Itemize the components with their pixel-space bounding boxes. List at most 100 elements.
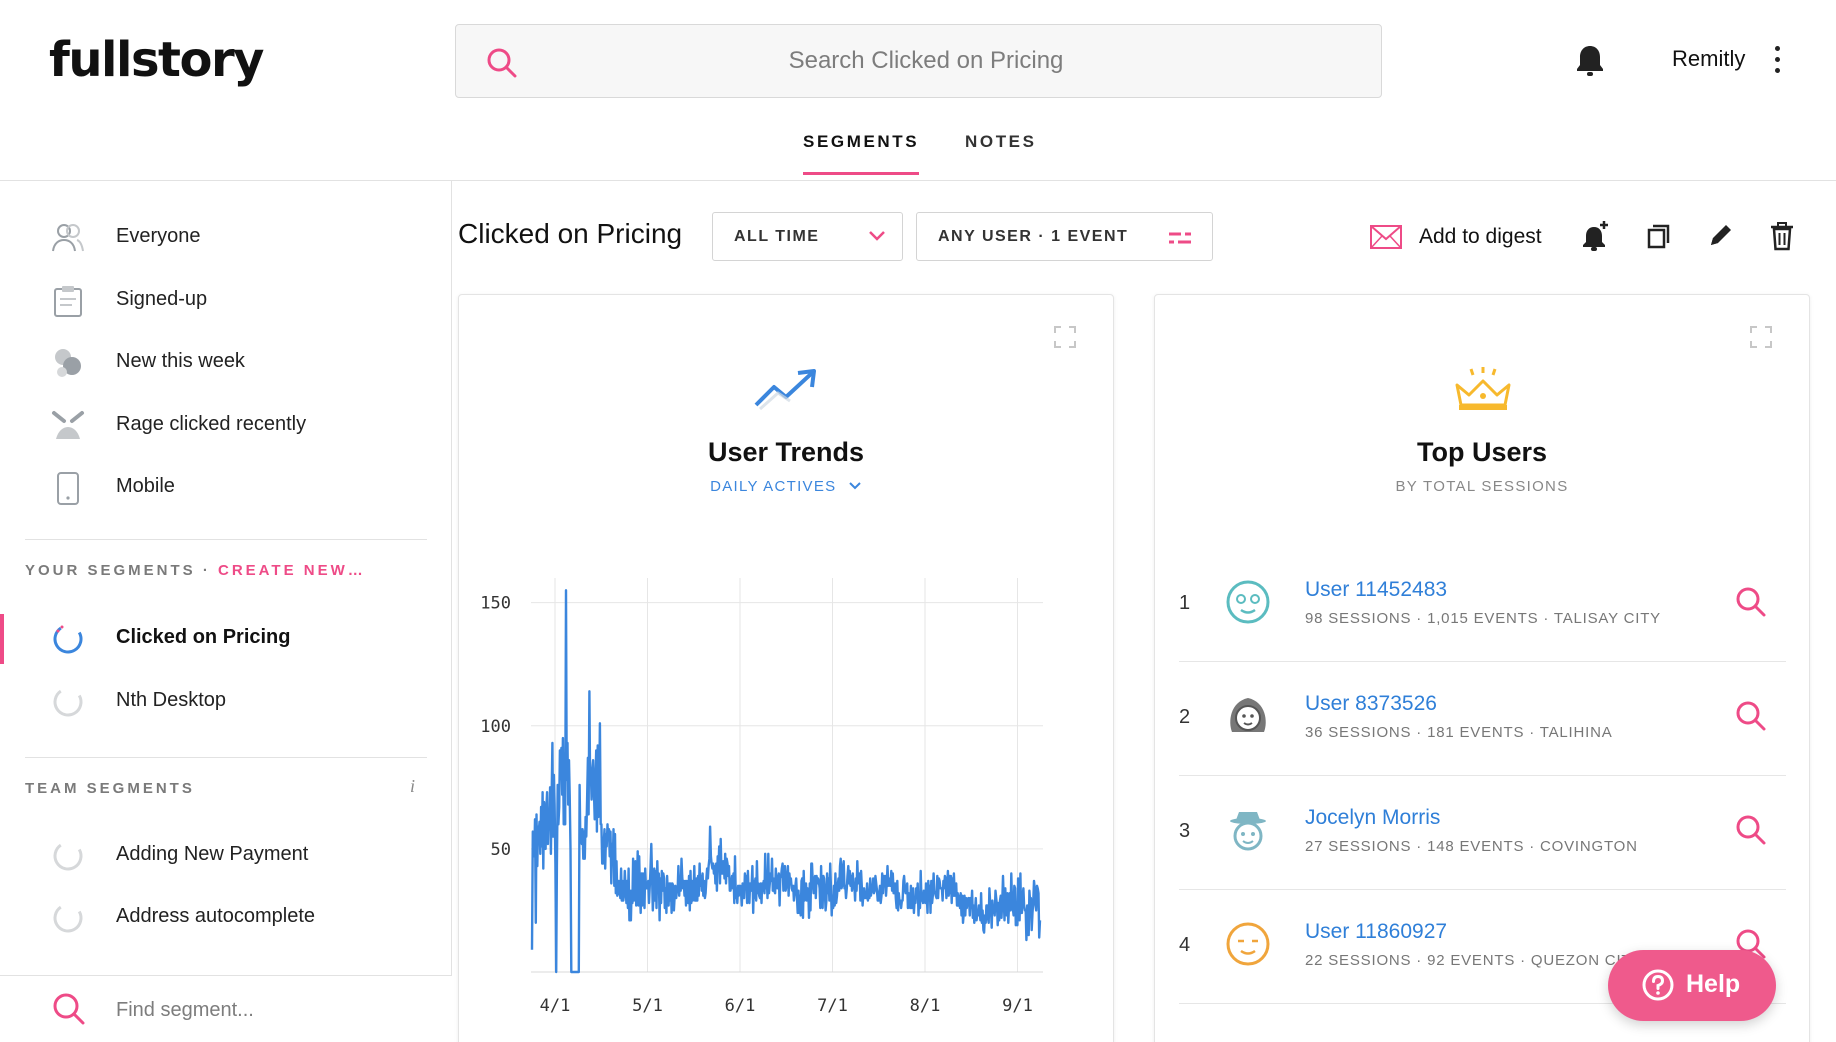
sidebar-item-clicked-on-pricing[interactable]: Clicked on Pricing <box>0 614 452 664</box>
top-user-row[interactable]: 2 User 8373526 36 SESSIONS · 181 EVENTS … <box>1179 662 1786 776</box>
sidebar-item-nth-desktop[interactable]: Nth Desktop <box>0 677 452 727</box>
x-tick-label: 6/1 <box>725 996 756 1016</box>
sidebar-item-label: Adding New Payment <box>116 843 309 865</box>
sidebar-item-mobile[interactable]: Mobile <box>0 463 452 513</box>
view-sessions-search-icon[interactable] <box>1735 586 1767 618</box>
add-alert-bell-icon[interactable] <box>1580 220 1610 252</box>
envelope-icon <box>1370 225 1402 249</box>
user-rank: 2 <box>1179 706 1191 728</box>
segment-spinner-icon <box>53 624 83 654</box>
find-segment-input[interactable] <box>116 992 416 1028</box>
chevron-down-icon <box>869 231 885 241</box>
top-users-title: Top Users <box>1416 437 1548 467</box>
sidebar-item-label: Clicked on Pricing <box>116 626 291 648</box>
user-meta: 22 SESSIONS · 92 EVENTS · QUEZON CITY <box>1305 952 1643 969</box>
new-users-icon <box>55 349 81 377</box>
user-avatar-icon <box>1226 580 1270 624</box>
search-bar[interactable] <box>455 24 1382 98</box>
sidebar-item-label: Rage clicked recently <box>116 413 307 435</box>
more-options-icon[interactable] <box>1766 46 1788 76</box>
angry-face-icon <box>52 411 84 439</box>
top-bar: fullstory Remitly SEGMENTS NOTES <box>0 0 1836 181</box>
sidebar-item-label: New this week <box>116 350 245 372</box>
sidebar-divider <box>25 539 427 540</box>
x-tick-label: 7/1 <box>817 996 848 1016</box>
sidebar-item-rage-clicked[interactable]: Rage clicked recently <box>0 401 452 451</box>
x-tick-label: 4/1 <box>540 996 571 1016</box>
user-name-link[interactable]: User 11860927 <box>1305 920 1447 944</box>
your-segments-heading: YOUR SEGMENTS · CREATE NEW… <box>25 562 366 579</box>
user-meta: 98 SESSIONS · 1,015 EVENTS · TALISAY CIT… <box>1305 610 1661 627</box>
user-rank: 4 <box>1179 934 1191 956</box>
user-meta: 27 SESSIONS · 148 EVENTS · COVINGTON <box>1305 838 1638 855</box>
help-label: Help <box>1686 970 1741 998</box>
add-to-digest-button[interactable]: Add to digest <box>1370 222 1550 252</box>
top-user-row[interactable]: 3 Jocelyn Morris 27 SESSIONS · 148 EVENT… <box>1179 776 1786 890</box>
team-segments-info-icon[interactable]: i <box>410 776 415 797</box>
crown-icon <box>1455 367 1511 410</box>
y-tick-label: 50 <box>491 840 511 860</box>
user-trends-chart: 50 100 150 4/1 5/1 6/1 7/1 8/1 9/1 <box>480 578 1043 1016</box>
notifications-bell-icon[interactable] <box>1574 43 1606 79</box>
search-icon <box>487 48 517 78</box>
tab-segments[interactable]: SEGMENTS <box>803 132 920 175</box>
x-tick-label: 5/1 <box>632 996 663 1016</box>
sidebar-item-adding-new-payment[interactable]: Adding New Payment <box>0 831 452 881</box>
delete-trash-icon[interactable] <box>1767 220 1797 252</box>
your-segments-title: YOUR SEGMENTS · <box>25 562 219 579</box>
fullstory-logo[interactable]: fullstory <box>49 32 264 88</box>
search-icon <box>53 993 85 1025</box>
segment-spinner-icon <box>53 903 83 933</box>
segment-spinner-icon <box>53 687 83 717</box>
segment-title: Clicked on Pricing <box>458 218 683 249</box>
top-user-row[interactable]: 1 User 11452483 98 SESSIONS · 1,015 EVEN… <box>1179 548 1786 662</box>
x-tick-label: 8/1 <box>910 996 941 1016</box>
user-filter-label: ANY USER · 1 EVENT <box>938 228 1129 245</box>
sidebar-item-label: Address autocomplete <box>116 905 316 927</box>
account-name[interactable]: Remitly <box>1672 46 1745 72</box>
sidebar-item-label: Mobile <box>116 475 175 497</box>
user-trends-card: User Trends DAILY ACTIVES 50 100 150 4/1 5/1… <box>458 294 1114 1042</box>
mobile-icon <box>57 472 79 505</box>
user-avatar-icon <box>1230 812 1266 851</box>
user-filter-dropdown[interactable]: ANY USER · 1 EVENT <box>916 212 1213 261</box>
user-rank: 1 <box>1179 592 1191 614</box>
team-segments-heading: TEAM SEGMENTS <box>25 780 195 797</box>
user-name-link[interactable]: User 11452483 <box>1305 578 1447 602</box>
sidebar-item-label: Signed-up <box>116 288 208 310</box>
duplicate-icon[interactable] <box>1643 220 1673 252</box>
user-avatar-icon <box>1230 698 1266 732</box>
sidebar-item-label: Nth Desktop <box>116 689 227 711</box>
user-avatar-icon <box>1226 922 1270 966</box>
sidebar-item-address-autocomplete[interactable]: Address autocomplete <box>0 893 452 943</box>
find-segment-bar[interactable] <box>0 975 452 1042</box>
time-filter-label: ALL TIME <box>734 228 820 245</box>
user-meta: 36 SESSIONS · 181 EVENTS · TALIHINA <box>1305 724 1613 741</box>
search-input[interactable] <box>536 25 1316 97</box>
segments-sidebar: Everyone Signed-up New this week Rage cl… <box>0 181 452 1042</box>
view-sessions-search-icon[interactable] <box>1735 700 1767 732</box>
create-new-link[interactable]: CREATE NEW… <box>218 562 366 579</box>
daily-actives-series-line <box>530 589 1042 974</box>
filter-sliders-icon <box>1169 230 1191 246</box>
sidebar-item-new-this-week[interactable]: New this week <box>0 338 452 388</box>
user-name-link[interactable]: Jocelyn Morris <box>1305 806 1440 830</box>
add-to-digest-label: Add to digest <box>1419 225 1542 248</box>
top-users-subtitle: BY TOTAL SESSIONS <box>1395 478 1569 495</box>
edit-pencil-icon[interactable] <box>1705 220 1735 252</box>
expand-icon[interactable] <box>1749 325 1773 349</box>
sidebar-item-everyone[interactable]: Everyone <box>0 213 452 263</box>
clipboard-icon <box>54 286 82 317</box>
segment-spinner-icon <box>53 841 83 871</box>
y-tick-label: 150 <box>480 594 511 614</box>
help-button[interactable]: Help <box>1608 950 1776 1021</box>
sidebar-divider <box>25 757 427 758</box>
sidebar-item-signed-up[interactable]: Signed-up <box>0 276 452 326</box>
user-rank: 3 <box>1179 820 1191 842</box>
y-tick-label: 100 <box>480 717 511 737</box>
tab-notes[interactable]: NOTES <box>965 132 1037 172</box>
time-filter-dropdown[interactable]: ALL TIME <box>712 212 903 261</box>
users-icon <box>52 224 84 252</box>
view-sessions-search-icon[interactable] <box>1735 814 1767 846</box>
user-name-link[interactable]: User 8373526 <box>1305 692 1437 716</box>
